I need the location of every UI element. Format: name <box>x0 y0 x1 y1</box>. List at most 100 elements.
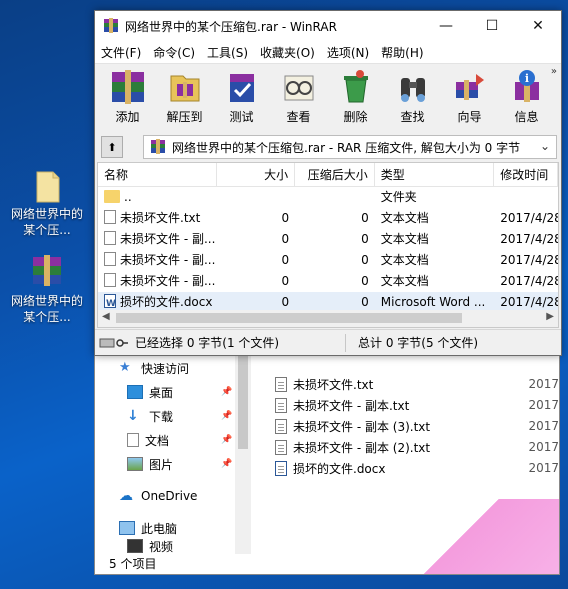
list-item[interactable]: 未损坏文件 - 副本.txt <box>275 395 409 415</box>
cell-type: 文本文档 <box>380 253 429 267</box>
nav-item-desktop[interactable]: 桌面 <box>127 381 173 403</box>
up-folder-button[interactable]: ⬆ <box>101 136 123 158</box>
nav-item-this-pc[interactable]: 此电脑 <box>119 517 177 539</box>
nav-item-label: 桌面 <box>149 385 174 400</box>
nav-item-label: 文档 <box>145 433 170 448</box>
wizard-button[interactable]: 向导 <box>441 64 498 130</box>
info-button[interactable]: i 信息 <box>498 64 555 130</box>
file-name: 未损坏文件 - 副本 (2).txt <box>293 440 431 455</box>
folder-icon <box>29 168 65 204</box>
column-header-modified[interactable]: 修改时间 <box>494 163 558 186</box>
find-button[interactable]: 查找 <box>384 64 441 130</box>
toolbar-label: 信息 <box>514 110 539 124</box>
scrollbar-thumb[interactable] <box>116 313 462 323</box>
cell-modified <box>494 187 558 208</box>
cell-size: 0 <box>281 211 290 225</box>
explorer-window: ★ 快速访问 桌面 📌 ↓ 下载 📌 文档 📌 图片 📌 ☁ OneDrive <box>94 330 560 575</box>
cell-size: 0 <box>281 232 290 246</box>
document-icon <box>127 433 139 447</box>
add-button[interactable]: 添加 <box>99 64 156 130</box>
column-header-packed[interactable]: 压缩后大小 <box>295 163 375 186</box>
nav-item-pictures[interactable]: 图片 <box>127 453 173 475</box>
list-item[interactable]: 未损坏文件.txt <box>275 374 373 394</box>
info-icon: i <box>514 70 539 102</box>
table-row[interactable]: 未损坏文件 - 副... 0 0 文本文档 2017/4/28 <box>98 250 558 271</box>
file-name: 损坏的文件.docx <box>293 461 386 476</box>
chevron-down-icon: ⌄ <box>539 139 550 153</box>
list-item[interactable]: 损坏的文件.docx <box>275 458 385 478</box>
nav-item-onedrive[interactable]: ☁ OneDrive <box>119 485 197 507</box>
archive-icon <box>151 139 165 154</box>
nav-item-label: 图片 <box>149 457 174 472</box>
file-date: 2017 <box>528 398 559 412</box>
pin-icon: 📌 <box>221 387 233 397</box>
cell-packed: 0 <box>361 211 369 225</box>
close-icon: ✕ <box>532 18 544 34</box>
maximize-button[interactable]: ☐ <box>469 11 515 41</box>
text-file-icon <box>275 397 287 413</box>
menu-tools[interactable]: 工具(S) <box>205 44 254 61</box>
window-title: 网络世界中的某个压缩包.rar - WinRAR <box>125 19 337 34</box>
column-header-name[interactable]: 名称 <box>98 163 218 186</box>
cell-name: 未损坏文件 - 副... <box>120 232 216 246</box>
nav-item-label: 此电脑 <box>141 521 178 536</box>
menu-file[interactable]: 文件(F) <box>99 44 147 61</box>
test-button[interactable]: 测试 <box>213 64 270 130</box>
scroll-left-icon[interactable]: ◀ <box>102 311 110 322</box>
column-header-size[interactable]: 大小 <box>217 163 296 186</box>
table-row[interactable]: .. 文件夹 <box>98 187 558 208</box>
horizontal-scrollbar[interactable]: ◀ ▶ <box>98 310 558 327</box>
nav-item-documents[interactable]: 文档 <box>127 429 169 451</box>
toolbar-overflow-icon[interactable]: » <box>551 66 557 77</box>
path-dropdown[interactable]: 网络世界中的某个压缩包.rar - RAR 压缩文件, 解包大小为 0 字节 ⌄ <box>143 135 557 159</box>
table-row[interactable]: 未损坏文件.txt 0 0 文本文档 2017/4/28 <box>98 208 558 229</box>
wizard-icon <box>455 74 484 100</box>
view-button[interactable]: 查看 <box>270 64 327 130</box>
minimize-button[interactable]: — <box>423 11 469 41</box>
close-button[interactable]: ✕ <box>515 11 561 41</box>
menu-commands[interactable]: 命令(C) <box>151 44 201 61</box>
scroll-right-icon[interactable]: ▶ <box>546 311 554 322</box>
cell-size <box>217 187 295 208</box>
table-row[interactable]: 未损坏文件 - 副... 0 0 文本文档 2017/4/28 <box>98 229 558 250</box>
test-icon <box>229 74 254 102</box>
toolbar-label: 向导 <box>457 110 482 124</box>
nav-item-videos[interactable]: 视频 <box>127 539 173 553</box>
list-item[interactable]: 未损坏文件 - 副本 (2).txt <box>275 437 430 457</box>
cell-packed: 0 <box>361 253 369 267</box>
desktop-icon-folder[interactable]: 网络世界中的某个压... <box>10 168 84 238</box>
nav-item-label: 视频 <box>149 539 174 554</box>
nav-item-downloads[interactable]: ↓ 下载 <box>127 405 173 427</box>
drive-key-icon <box>99 338 128 347</box>
nav-item-quick-access[interactable]: ★ 快速访问 <box>119 357 189 379</box>
delete-button[interactable]: 删除 <box>327 64 384 130</box>
cell-size: 0 <box>281 253 290 267</box>
cell-packed: 0 <box>361 232 369 246</box>
nav-item-label: 下载 <box>149 409 174 424</box>
menu-favorites[interactable]: 收藏夹(O) <box>258 44 321 61</box>
view-icon <box>284 75 313 101</box>
desktop-icon-rar[interactable]: 网络世界中的某个压... <box>10 255 84 325</box>
menu-help[interactable]: 帮助(H) <box>379 44 429 61</box>
cell-modified: 2017/4/28 <box>500 211 558 225</box>
cell-type: 文本文档 <box>380 274 429 288</box>
nav-scrollbar[interactable] <box>235 331 251 556</box>
list-item[interactable]: 未损坏文件 - 副本 (3).txt <box>275 416 430 436</box>
folder-icon <box>104 190 120 203</box>
find-icon <box>400 78 425 102</box>
status-total: 总计 0 字节(5 个文件) <box>358 336 479 350</box>
pictures-icon <box>127 457 143 471</box>
column-header-type[interactable]: 类型 <box>375 163 495 186</box>
extract-icon <box>170 75 199 102</box>
title-bar[interactable]: 网络世界中的某个压缩包.rar - WinRAR — ☐ ✕ <box>95 11 561 41</box>
winrar-app-icon <box>104 18 118 33</box>
extract-to-button[interactable]: 解压到 <box>156 64 213 130</box>
winrar-window: 网络世界中的某个压缩包.rar - WinRAR — ☐ ✕ 文件(F) 命令(… <box>94 10 562 356</box>
word-file-icon <box>275 460 287 476</box>
decorative-corner <box>409 499 559 574</box>
cell-size: 0 <box>281 274 290 288</box>
pin-icon: 📌 <box>221 459 233 469</box>
file-date: 2017 <box>528 419 559 433</box>
table-row[interactable]: 未损坏文件 - 副... 0 0 文本文档 2017/4/28 <box>98 271 558 292</box>
menu-options[interactable]: 选项(N) <box>325 44 375 61</box>
